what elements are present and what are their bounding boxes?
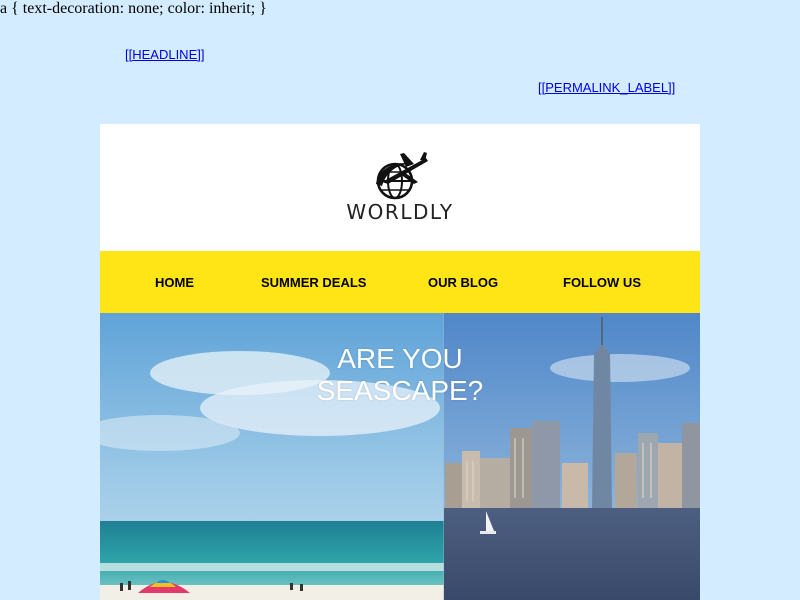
permalink-link[interactable]: [[PERMALINK_LABEL]] — [538, 80, 675, 95]
nav-bar: HOME SUMMER DEALS OUR BLOG FOLLOW US — [100, 251, 700, 313]
nav-item-home[interactable]: HOME — [155, 275, 194, 290]
hero-title: ARE YOU SEASCAPE? — [100, 343, 700, 407]
hero-banner[interactable]: ARE YOU SEASCAPE? — [100, 313, 700, 600]
stray-css-text: a { text-decoration: none; color: inheri… — [0, 0, 267, 17]
nav-item-follow-us[interactable]: FOLLOW US — [563, 275, 641, 290]
hero-title-line1: ARE YOU — [337, 343, 463, 374]
headline-link[interactable]: [[HEADLINE]] — [125, 47, 204, 62]
hero-title-line2: SEASCAPE? — [316, 375, 484, 406]
brand-header: WORLDLY — [100, 124, 700, 251]
email-container: WORLDLY HOME SUMMER DEALS OUR BLOG FOLLO… — [100, 124, 700, 600]
nav-item-summer-deals[interactable]: SUMMER DEALS — [261, 275, 366, 290]
nav-item-our-blog[interactable]: OUR BLOG — [428, 275, 498, 290]
brand-name: WORLDLY — [346, 200, 454, 224]
